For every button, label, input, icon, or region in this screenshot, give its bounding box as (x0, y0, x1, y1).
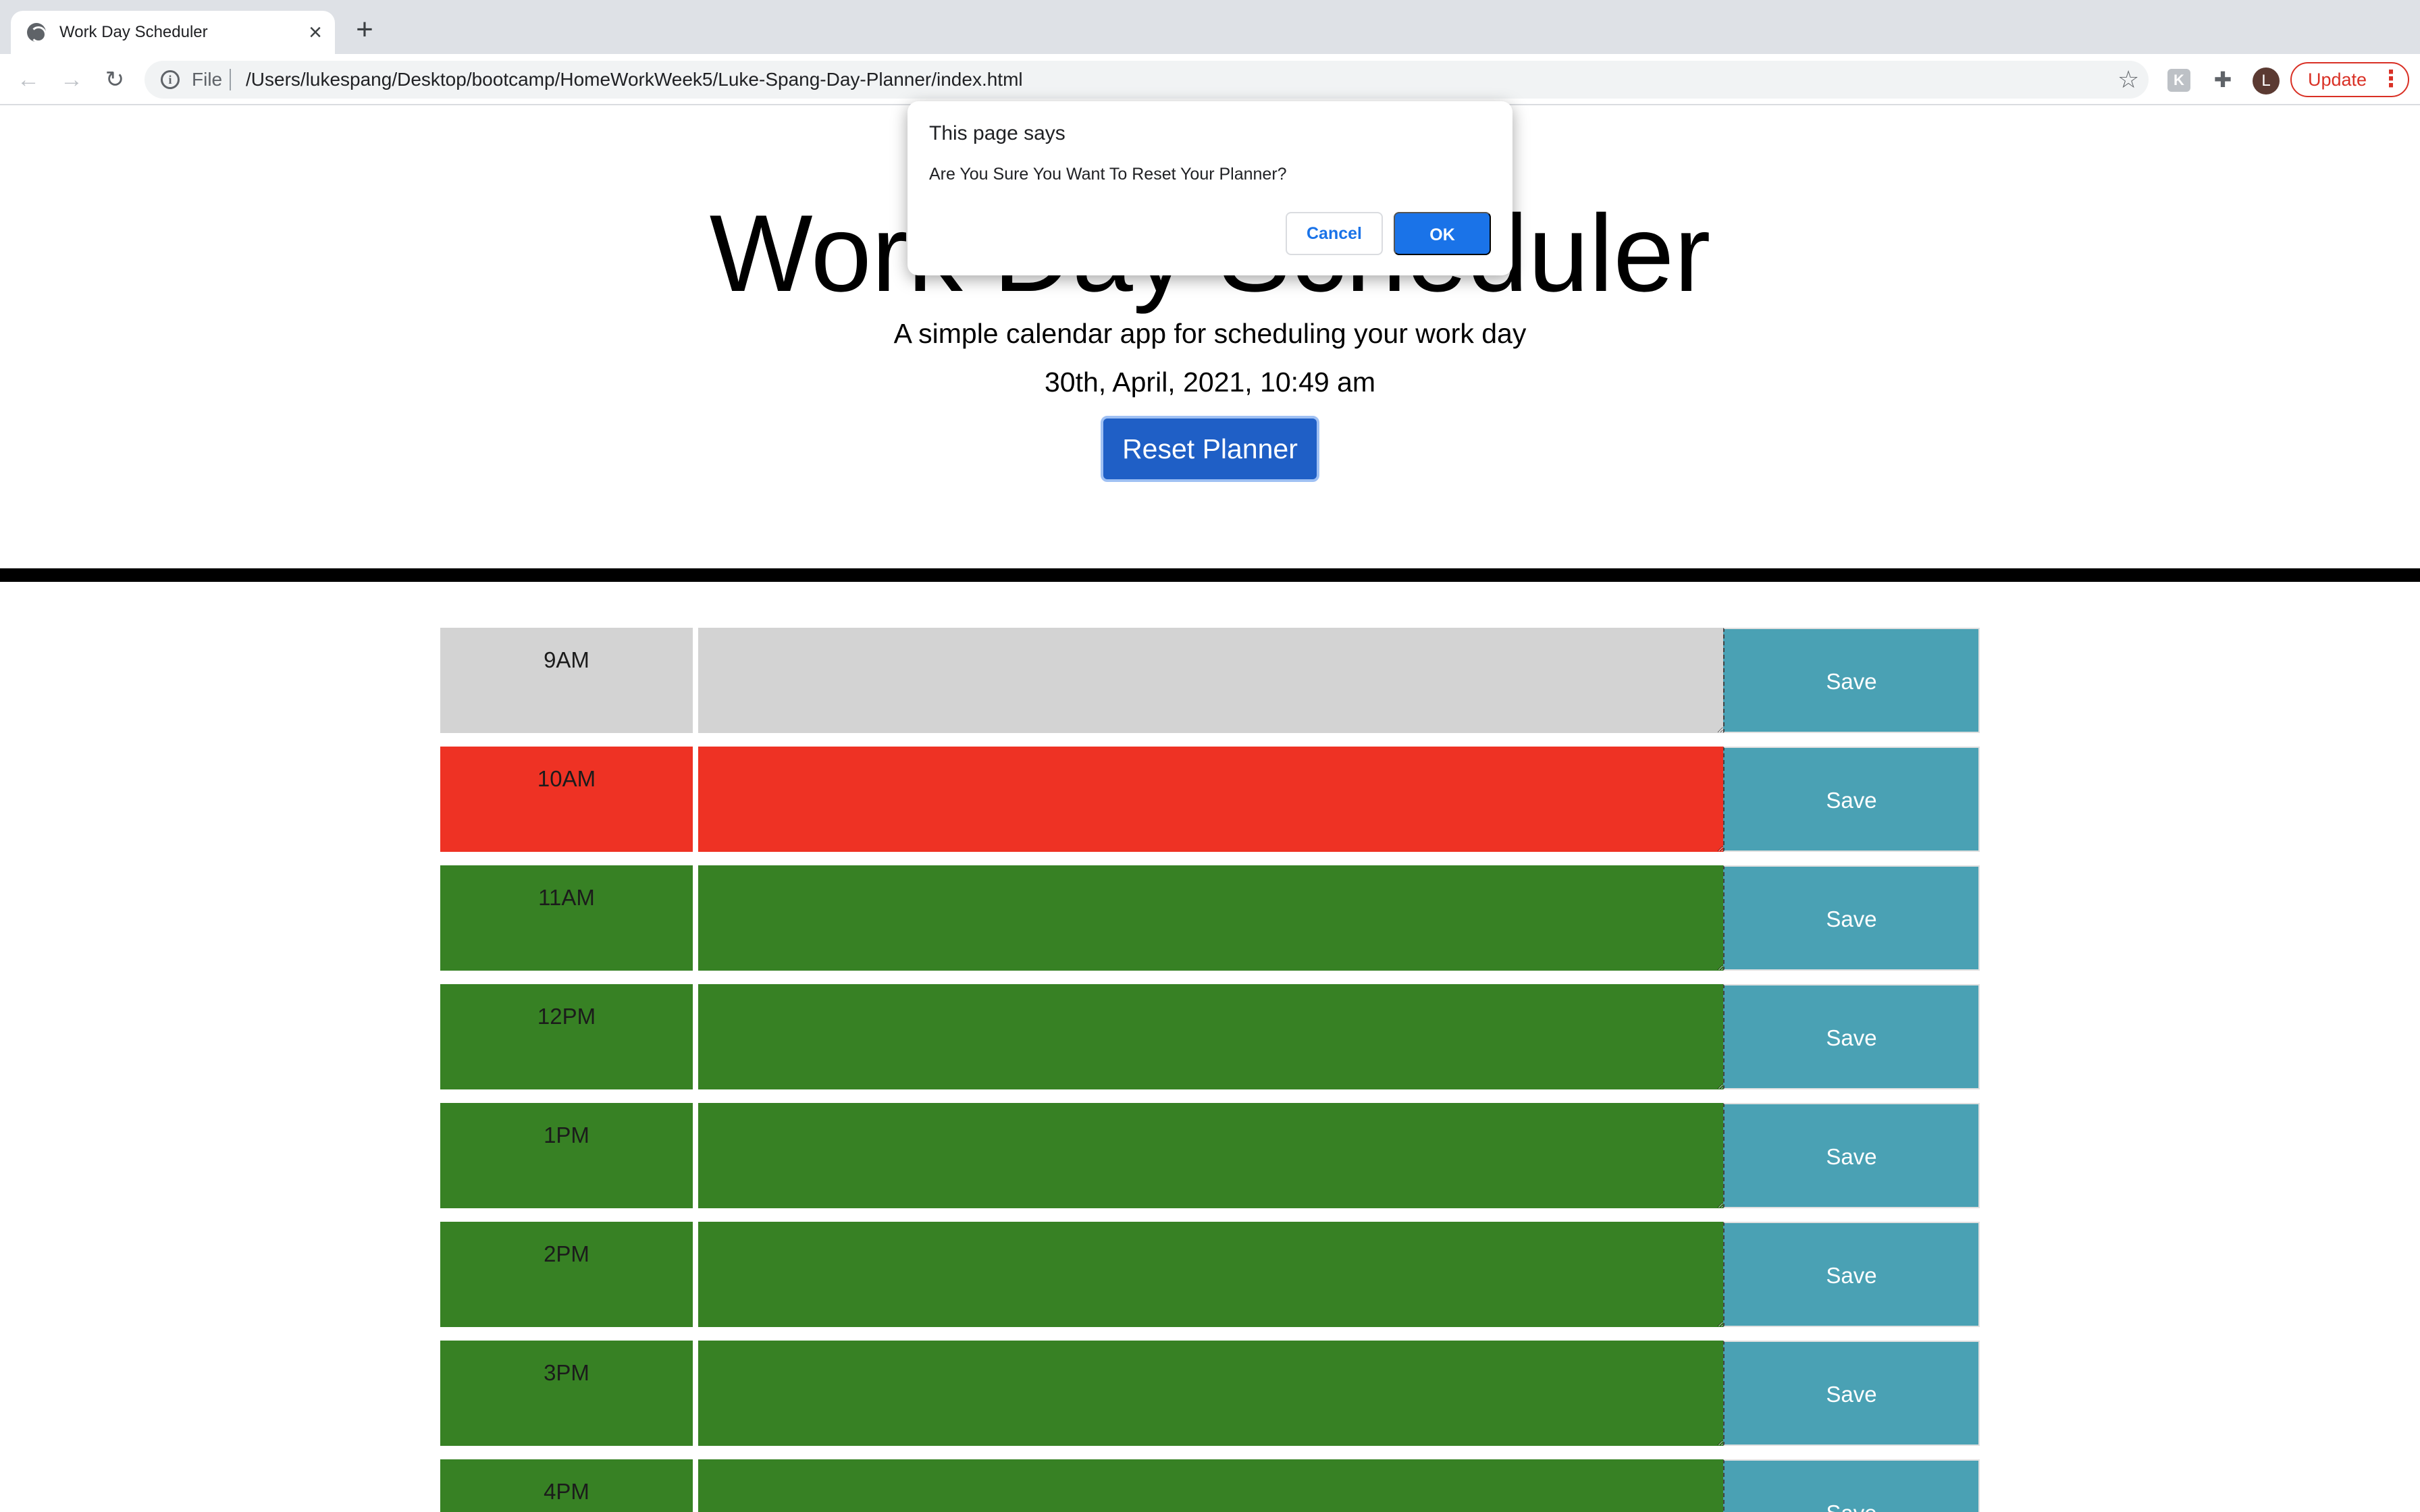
event-description[interactable] (698, 1103, 1723, 1208)
hour-label: 11AM (440, 865, 695, 971)
page-subtitle: A simple calendar app for scheduling you… (893, 318, 1527, 349)
scheme-label: File (192, 69, 223, 90)
header-divider (0, 568, 2420, 582)
current-date: 30th, April, 2021, 10:49 am (1044, 367, 1376, 398)
time-block-row: 1PM Save (440, 1102, 1980, 1208)
hour-label: 3PM (440, 1341, 695, 1446)
event-description[interactable] (698, 865, 1723, 971)
event-description[interactable] (698, 747, 1723, 852)
tab-close-icon[interactable]: × (302, 20, 328, 45)
event-description[interactable] (698, 628, 1723, 733)
save-button[interactable]: Save (1723, 1341, 1980, 1446)
hour-label: 2PM (440, 1222, 695, 1327)
cancel-button[interactable]: Cancel (1286, 212, 1383, 255)
reload-icon[interactable]: ↻ (101, 66, 128, 93)
globe-icon (27, 23, 47, 43)
browser-toolbar: ← → ↻ i File /Users/lukespang/Desktop/bo… (0, 54, 2420, 105)
event-description[interactable] (698, 1459, 1723, 1512)
profile-avatar[interactable]: L (2253, 68, 2280, 94)
tab-strip: Work Day Scheduler × + (0, 0, 2420, 54)
hour-label: 9AM (440, 628, 695, 733)
dialog-origin: This page says (929, 122, 1066, 144)
hour-label: 4PM (440, 1459, 695, 1512)
browser-tab[interactable]: Work Day Scheduler × (11, 11, 335, 54)
menu-kebab-icon[interactable]: ⋮ (2379, 62, 2402, 97)
info-icon[interactable]: i (161, 70, 180, 89)
time-block-row: 2PM Save (440, 1220, 1980, 1327)
new-tab-button[interactable]: + (351, 15, 378, 45)
event-description[interactable] (698, 1341, 1723, 1446)
save-button[interactable]: Save (1723, 1103, 1980, 1208)
event-description[interactable] (698, 984, 1723, 1089)
bookmark-star-icon[interactable]: ☆ (2118, 65, 2139, 94)
dialog-message: Are You Sure You Want To Reset Your Plan… (929, 165, 1287, 184)
page-content: Work Day Scheduler A simple calendar app… (0, 105, 2420, 1512)
time-block-row: 11AM Save (440, 864, 1980, 971)
time-block-row: 10AM Save (440, 745, 1980, 852)
save-button[interactable]: Save (1723, 1222, 1980, 1327)
address-bar[interactable]: i File /Users/lukespang/Desktop/bootcamp… (144, 61, 2149, 99)
hour-label: 10AM (440, 747, 695, 852)
time-block-row: 4PM Save (440, 1458, 1980, 1512)
confirm-dialog: This page says Are You Sure You Want To … (908, 101, 1512, 275)
event-description[interactable] (698, 1222, 1723, 1327)
save-button[interactable]: Save (1723, 747, 1980, 852)
reset-planner-button[interactable]: Reset Planner (1101, 416, 1319, 482)
tab-title: Work Day Scheduler (59, 23, 208, 41)
extension-k-icon[interactable]: K (2167, 69, 2190, 92)
time-block-row: 12PM Save (440, 983, 1980, 1089)
save-button[interactable]: Save (1723, 1459, 1980, 1512)
time-block-row: 9AM Save (440, 626, 1980, 733)
hour-label: 1PM (440, 1103, 695, 1208)
save-button[interactable]: Save (1723, 865, 1980, 971)
save-button[interactable]: Save (1723, 628, 1980, 733)
omnibox-separator (230, 69, 231, 90)
time-block-list: 9AM Save 10AM Save 11AM Save 12PM Save 1… (440, 626, 1980, 1512)
hour-label: 12PM (440, 984, 695, 1089)
time-block-row: 3PM Save (440, 1339, 1980, 1446)
forward-icon[interactable]: → (58, 66, 85, 93)
url-text[interactable]: /Users/lukespang/Desktop/bootcamp/HomeWo… (246, 68, 1023, 92)
update-label: Update (2308, 70, 2367, 90)
back-icon[interactable]: ← (15, 66, 42, 93)
extensions-puzzle-icon[interactable]: ✚ (2208, 65, 2238, 94)
save-button[interactable]: Save (1723, 984, 1980, 1089)
ok-button[interactable]: OK (1394, 212, 1491, 255)
